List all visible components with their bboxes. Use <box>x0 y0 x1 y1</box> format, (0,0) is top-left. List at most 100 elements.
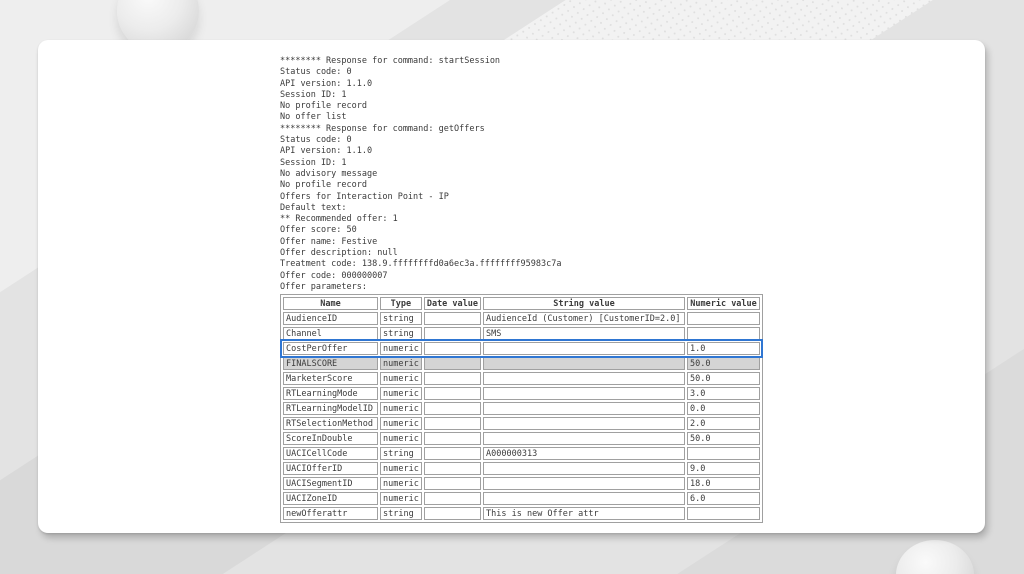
cell-string <box>483 492 686 506</box>
console-line: Offer parameters: <box>280 281 367 292</box>
console-line: No advisory message <box>280 168 378 179</box>
cell-date <box>423 447 482 461</box>
cell-type: numeric <box>380 342 422 356</box>
cell-date <box>423 372 482 386</box>
cell-string: SMS <box>483 327 686 341</box>
cell-numeric <box>687 327 761 341</box>
cell-type: numeric <box>380 402 422 416</box>
sphere-decor-bottom <box>896 540 974 574</box>
table-row: UACIOfferID numeric 9.0 <box>283 462 761 476</box>
table-row: RTLearningModelID numeric 0.0 <box>283 402 761 416</box>
table-row: Channel string SMS <box>283 327 761 341</box>
cell-numeric: 50.0 <box>687 432 761 446</box>
cell-numeric: 1.0 <box>687 342 761 356</box>
content-card: ******** Response for command: startSess… <box>38 40 985 533</box>
cell-type: numeric <box>380 372 422 386</box>
table-row: UACICellCode string A000000313 <box>283 447 761 461</box>
column-header: Numeric value <box>687 297 761 311</box>
cell-date <box>423 432 482 446</box>
cell-date <box>423 507 482 521</box>
console-line: No profile record <box>280 180 367 191</box>
table-row: newOfferattr string This is new Offer att… <box>283 507 761 521</box>
cell-date <box>423 492 482 506</box>
cell-date <box>423 417 482 431</box>
cell-numeric: 0.0 <box>687 402 761 416</box>
cell-numeric: 6.0 <box>687 492 761 506</box>
console-line: No profile record <box>280 101 367 112</box>
table-row: MarketerScore numeric 50.0 <box>283 372 761 386</box>
column-header: Date value <box>423 297 482 311</box>
table-row: RTLearningMode numeric 3.0 <box>283 387 761 401</box>
cell-name: UACIOfferID <box>283 462 378 476</box>
cell-type: numeric <box>380 357 422 371</box>
cell-string <box>483 462 686 476</box>
cell-date <box>423 342 482 356</box>
cell-name: ScoreInDouble <box>283 432 378 446</box>
column-header: String value <box>483 297 686 311</box>
console-line: Default text: <box>280 202 347 213</box>
console-line: Offer description: null <box>280 248 398 259</box>
table-row: CostPerOffer numeric 1.0 <box>279 339 764 359</box>
console-line: ******** Response for command: getOffers <box>280 123 485 134</box>
cell-name: RTLearningModelID <box>283 402 378 416</box>
console-line: Session ID: 1 <box>280 89 347 100</box>
table-row: FINALSCORE numeric 50.0 <box>283 357 761 371</box>
console-line: Offer code: 000000007 <box>280 270 388 281</box>
cell-name: UACISegmentID <box>283 477 378 491</box>
cell-name: AudienceID <box>283 312 378 326</box>
cell-numeric: 3.0 <box>687 387 761 401</box>
api-response-content: ******** Response for command: startSess… <box>279 56 764 524</box>
cell-name: Channel <box>283 327 378 341</box>
cell-string <box>483 372 686 386</box>
cell-numeric <box>687 507 761 521</box>
offer-parameters-table: Name Type Date value String value Numeric va… <box>279 294 764 524</box>
cell-numeric: 9.0 <box>687 462 761 476</box>
column-header: Name <box>283 297 378 311</box>
cell-date <box>423 327 482 341</box>
console-line: Offers for Interaction Point - IP <box>280 191 449 202</box>
console-output: ******** Response for command: startSess… <box>280 56 763 293</box>
cell-type: string <box>380 312 422 326</box>
cell-type: numeric <box>380 387 422 401</box>
cell-date <box>423 402 482 416</box>
cell-type: string <box>380 447 422 461</box>
cell-type: numeric <box>380 477 422 491</box>
cell-string: This is new Offer attr <box>483 507 686 521</box>
cell-type: numeric <box>380 462 422 476</box>
cell-string <box>483 402 686 416</box>
console-line: Status code: 0 <box>280 135 352 146</box>
cell-string: A000000313 <box>483 447 686 461</box>
cell-numeric <box>687 312 761 326</box>
cell-date <box>423 357 482 371</box>
cell-string <box>483 387 686 401</box>
cell-string <box>483 417 686 431</box>
cell-name: CostPerOffer <box>283 342 378 356</box>
console-line: Session ID: 1 <box>280 157 347 168</box>
cell-type: numeric <box>380 492 422 506</box>
cell-type: string <box>380 327 422 341</box>
cell-name: FINALSCORE <box>283 357 378 371</box>
cell-date <box>423 312 482 326</box>
cell-type: string <box>380 507 422 521</box>
cell-string <box>483 357 686 371</box>
cell-string <box>483 432 686 446</box>
cell-numeric: 2.0 <box>687 417 761 431</box>
table-row: ScoreInDouble numeric 50.0 <box>283 432 761 446</box>
cell-name: RTLearningMode <box>283 387 378 401</box>
cell-type: numeric <box>380 417 422 431</box>
table-row: RTSelectionMethod numeric 2.0 <box>283 417 761 431</box>
console-line: ** Recommended offer: 1 <box>280 214 398 225</box>
cell-string <box>483 342 686 356</box>
cell-numeric: 50.0 <box>687 357 761 371</box>
cell-name: UACIZoneID <box>283 492 378 506</box>
table-row: UACIZoneID numeric 6.0 <box>283 492 761 506</box>
table-row: UACISegmentID numeric 18.0 <box>283 477 761 491</box>
console-line: ******** Response for command: startSess… <box>280 56 501 66</box>
console-line: No offer list <box>280 112 347 123</box>
desktop-background: ******** Response for command: startSess… <box>0 0 1024 574</box>
cell-numeric: 18.0 <box>687 477 761 491</box>
table-row: AudienceID string AudienceId (Customer) [… <box>283 312 761 326</box>
cell-numeric <box>687 447 761 461</box>
cell-name: UACICellCode <box>283 447 378 461</box>
cell-name: RTSelectionMethod <box>283 417 378 431</box>
